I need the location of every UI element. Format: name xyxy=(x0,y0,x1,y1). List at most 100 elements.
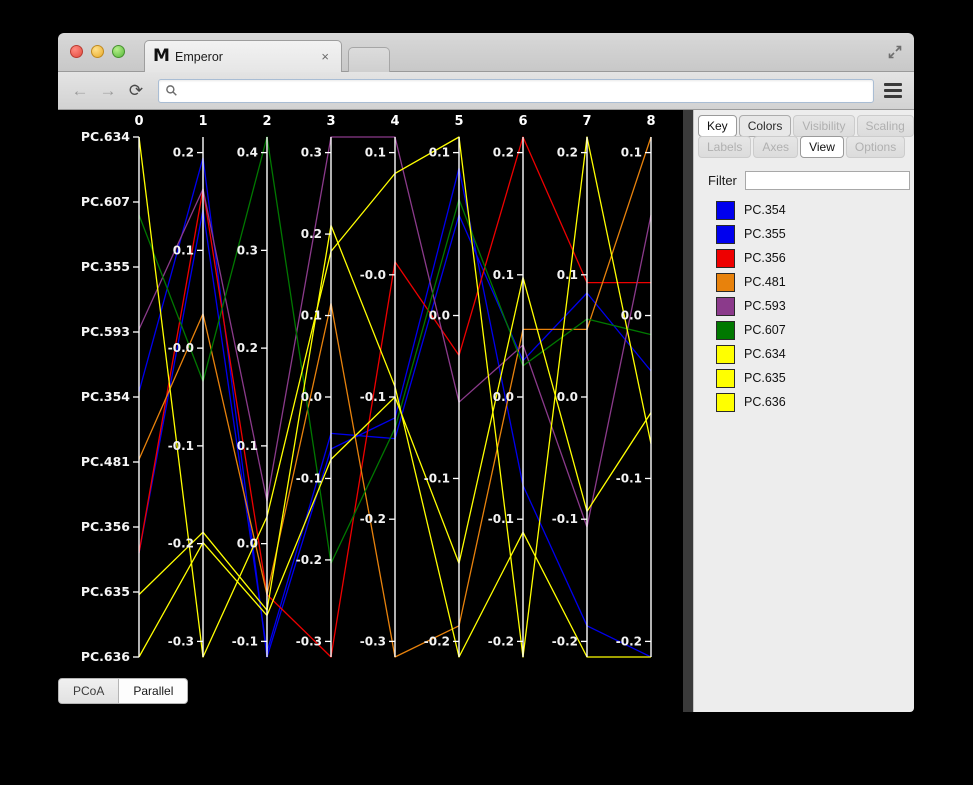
address-bar[interactable] xyxy=(158,78,874,103)
legend-item-label: PC.481 xyxy=(744,275,786,289)
legend-item-label: PC.607 xyxy=(744,323,786,337)
address-bar-input[interactable] xyxy=(183,82,867,99)
axis-tick-label: 0.2 xyxy=(301,227,322,241)
legend-item-label: PC.634 xyxy=(744,347,786,361)
filter-input[interactable] xyxy=(744,171,910,190)
axis-tick-label: 0.0 xyxy=(621,309,642,323)
window-close-button[interactable] xyxy=(70,45,83,58)
axis-category-label: PC.356 xyxy=(81,519,130,534)
legend-color-swatch[interactable] xyxy=(716,224,735,244)
legend-color-swatch[interactable] xyxy=(716,296,735,316)
forward-button[interactable]: → xyxy=(96,79,120,103)
axis-tick-label: -0.2 xyxy=(552,634,578,648)
tab-view[interactable]: View xyxy=(800,136,844,158)
axis-header-0: 0 xyxy=(134,114,143,129)
axis-tick-label: -0.1 xyxy=(360,390,386,404)
axis-tick-label: -0.1 xyxy=(424,471,450,485)
tab-visibility[interactable]: Visibility xyxy=(793,115,855,137)
axis-tick-label: 0.0 xyxy=(557,390,578,404)
axis-tick-label: 0.0 xyxy=(237,537,258,551)
axis-header-2: 2 xyxy=(262,114,271,129)
axis-tick-label: -0.2 xyxy=(424,634,450,648)
axis-tick-label: -0.3 xyxy=(168,634,194,648)
view-mode-toggle[interactable]: PCoA Parallel xyxy=(58,678,189,704)
legend-color-swatch[interactable] xyxy=(716,272,735,292)
plot-axis-labels: 0 1 2 3 4 5 6 7 8 PC.634 PC.607 PC.355 PC.593 PC.354 P… xyxy=(81,114,656,664)
axis-header-8: 8 xyxy=(646,114,655,129)
browser-toolbar: ← → ⟳ xyxy=(58,72,914,110)
axis-tick-label: 0.2 xyxy=(493,146,514,160)
tab-options[interactable]: Options xyxy=(845,136,906,158)
axis-header-6: 6 xyxy=(518,114,527,129)
legend-item-label: PC.636 xyxy=(744,395,786,409)
window-resize-icon[interactable] xyxy=(887,44,903,60)
control-panel: Key Colors Visibility Scaling Labels Axe… xyxy=(693,110,914,712)
window-minimize-button[interactable] xyxy=(91,45,104,58)
legend-item[interactable]: PC.636 xyxy=(716,390,914,414)
legend-item[interactable]: PC.593 xyxy=(716,294,914,318)
legend-color-swatch[interactable] xyxy=(716,320,735,340)
axis-tick-label: 0.0 xyxy=(429,309,450,323)
legend-item[interactable]: PC.635 xyxy=(716,366,914,390)
legend-color-swatch[interactable] xyxy=(716,368,735,388)
axis-tick-label: -0.2 xyxy=(488,634,514,648)
axis-category-label: PC.481 xyxy=(81,454,130,469)
color-key-list: PC.354 PC.355 PC.356 PC.481 PC.593 PC.607 PC.6… xyxy=(694,196,914,414)
axis-tick-label: 0.0 xyxy=(493,390,514,404)
pcoa-view-button[interactable]: PCoA xyxy=(59,679,120,703)
tab-row-1: Key Colors Visibility Scaling xyxy=(698,115,914,137)
panel-divider[interactable] xyxy=(683,110,693,712)
tab-colors[interactable]: Colors xyxy=(738,115,792,137)
axis-tick-label: 0.2 xyxy=(237,341,258,355)
legend-item[interactable]: PC.607 xyxy=(716,318,914,342)
legend-item-label: PC.354 xyxy=(744,203,786,217)
legend-color-swatch[interactable] xyxy=(716,248,735,268)
tab-axes[interactable]: Axes xyxy=(753,136,799,158)
legend-item[interactable]: PC.355 xyxy=(716,222,914,246)
legend-item-label: PC.356 xyxy=(744,251,786,265)
axis-tick-label: 0.1 xyxy=(557,268,578,282)
plot-canvas[interactable]: 0 1 2 3 4 5 6 7 8 PC.634 PC.607 PC.355 PC.593 PC.354 P… xyxy=(58,110,683,712)
legend-color-swatch[interactable] xyxy=(716,392,735,412)
legend-item[interactable]: PC.356 xyxy=(716,246,914,270)
back-button[interactable]: ← xyxy=(68,79,92,103)
axis-category-label: PC.593 xyxy=(81,324,130,339)
tab-scaling[interactable]: Scaling xyxy=(856,115,914,137)
axis-tick-label: -0.2 xyxy=(360,512,386,526)
axis-tick-label: 0.1 xyxy=(493,268,514,282)
axis-tick-label: -0.1 xyxy=(232,634,258,648)
window-maximize-button[interactable] xyxy=(112,45,125,58)
browser-menu-button[interactable] xyxy=(882,80,904,102)
axis-tick-label: -0.3 xyxy=(360,634,386,648)
tab-labels[interactable]: Labels xyxy=(698,136,752,158)
tab-key[interactable]: Key xyxy=(698,115,737,137)
axis-category-label: PC.354 xyxy=(81,389,130,404)
axis-tick-label: 0.4 xyxy=(237,146,258,160)
search-icon xyxy=(166,85,177,96)
legend-item[interactable]: PC.634 xyxy=(716,342,914,366)
axis-tick-label: 0.1 xyxy=(365,146,386,160)
browser-tab[interactable]: M Emperor × xyxy=(144,40,342,72)
legend-item[interactable]: PC.481 xyxy=(716,270,914,294)
legend-color-swatch[interactable] xyxy=(716,344,735,364)
axis-header-3: 3 xyxy=(326,114,335,129)
control-panel-tabs: Key Colors Visibility Scaling Labels Axe… xyxy=(694,110,914,161)
axis-tick-label: -0.1 xyxy=(616,471,642,485)
axis-tick-label: 0.1 xyxy=(301,309,322,323)
reload-button[interactable]: ⟳ xyxy=(124,79,148,103)
axis-tick-label: -0.0 xyxy=(168,341,194,355)
axis-tick-label: -0.1 xyxy=(168,439,194,453)
axis-tick-label: 0.2 xyxy=(173,146,194,160)
axis-tick-label: 0.1 xyxy=(429,146,450,160)
axis-tick-label: -0.0 xyxy=(360,268,386,282)
legend-item-label: PC.635 xyxy=(744,371,786,385)
parallel-view-button[interactable]: Parallel xyxy=(119,679,188,703)
legend-color-swatch[interactable] xyxy=(716,200,735,220)
parallel-coordinates-plot[interactable]: 0 1 2 3 4 5 6 7 8 PC.634 PC.607 PC.355 PC.593 PC.354 P… xyxy=(58,110,683,712)
legend-item[interactable]: PC.354 xyxy=(716,198,914,222)
new-tab-button[interactable] xyxy=(348,47,390,72)
browser-tab-title: Emperor xyxy=(175,49,223,64)
axis-tick-label: -0.1 xyxy=(296,471,322,485)
window-controls xyxy=(70,45,125,58)
tab-close-icon[interactable]: × xyxy=(317,49,333,64)
